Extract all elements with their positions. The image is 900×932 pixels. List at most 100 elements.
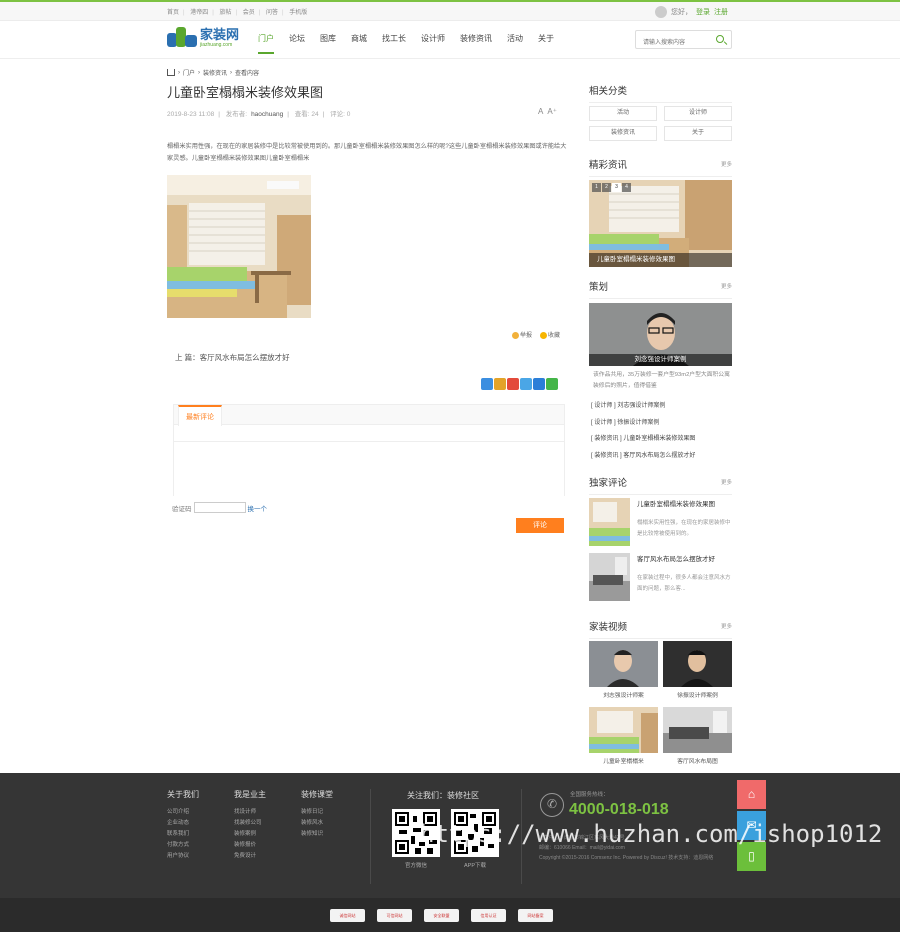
logo-icon	[167, 27, 197, 49]
plan-list-item[interactable]: [ 装修资讯 ] 客厅风水布局怎么摆放才好	[591, 451, 695, 468]
nav-item-about[interactable]: 关于	[538, 33, 554, 54]
share-wechat-icon[interactable]	[546, 378, 558, 390]
captcha-input[interactable]	[193, 502, 246, 513]
footer-link[interactable]: 找装修公司	[234, 818, 266, 829]
top-link[interactable]: 首页	[167, 10, 179, 16]
share-tencent-icon[interactable]	[520, 378, 532, 390]
nav-item-designer[interactable]: 设计师	[421, 33, 445, 54]
share-weibo-icon[interactable]	[507, 378, 519, 390]
footer-link[interactable]: 找设计师	[234, 807, 266, 818]
top-link[interactable]: 旅帖	[220, 10, 232, 16]
nav-item-forum[interactable]: 论坛	[289, 33, 305, 54]
footer-link[interactable]: 免费设计	[234, 851, 266, 862]
top-link[interactable]: 问答	[266, 10, 278, 16]
trust-badge[interactable]: 安全联盟	[424, 909, 459, 922]
search-input[interactable]	[636, 34, 710, 52]
hot-comment-item[interactable]: 客厅风水布局怎么摆放才好 在家装过程中，很多人都会注意风水方面的问题，那么客..…	[589, 553, 732, 603]
author-label: 发布者:	[225, 111, 248, 118]
slide-caption[interactable]: 儿童卧室榻榻米装修效果图	[589, 253, 732, 267]
category-item[interactable]: 活动	[589, 106, 657, 121]
trust-badge[interactable]: 可信网站	[377, 909, 412, 922]
footer-link[interactable]: 装修风水	[301, 818, 333, 829]
footer-link[interactable]: 装修案例	[234, 829, 266, 840]
share-plus-icon[interactable]	[481, 378, 493, 390]
plan-image[interactable]: 刘念强设计师案例	[589, 303, 732, 366]
more-link[interactable]: 更多	[721, 478, 732, 486]
category-item[interactable]: 设计师	[664, 106, 732, 121]
slide-dot[interactable]: 1	[592, 183, 601, 192]
footer-link[interactable]: 企业动态	[167, 818, 199, 829]
more-link[interactable]: 更多	[721, 282, 732, 290]
article-author[interactable]: haochuang	[251, 111, 283, 118]
nav-item-portal[interactable]: 门户	[258, 33, 274, 54]
video-item[interactable]: 儿童卧室榻榻米	[589, 707, 658, 765]
font-smaller-button[interactable]: A	[538, 107, 543, 116]
submit-comment-button[interactable]: 评论	[516, 518, 564, 533]
top-link[interactable]: 会员	[243, 10, 255, 16]
trust-badge[interactable]: 信用认证	[471, 909, 506, 922]
home-icon[interactable]	[167, 69, 175, 76]
star-icon	[540, 331, 548, 339]
nav-item-mall[interactable]: 商城	[351, 33, 367, 54]
font-larger-button[interactable]: A⁺	[547, 107, 557, 116]
plan-heading: 策划 更多	[589, 279, 732, 299]
footer-link[interactable]: 用户协议	[167, 851, 199, 862]
favorite-button[interactable]: 收藏	[540, 330, 560, 339]
article-title: 儿童卧室榻榻米装修效果图	[167, 86, 324, 101]
news-slideshow[interactable]: 1 2 3 4 儿童卧室榻榻米装修效果图	[589, 180, 732, 267]
category-item[interactable]: 关于	[664, 126, 732, 141]
hot-comment-item[interactable]: 儿童卧室榻榻米装修效果图 榻榻米实用性强，在现在的家居装修中是比较常被使用到的。	[589, 498, 732, 548]
report-button[interactable]: 举报	[512, 330, 532, 339]
slide-dot[interactable]: 2	[602, 183, 611, 192]
slide-dot[interactable]: 3	[612, 183, 621, 192]
plan-list-item[interactable]: [ 设计师 ] 徐振设计师案例	[591, 418, 695, 435]
comment-textarea[interactable]	[174, 441, 564, 496]
nav-item-news[interactable]: 装修资讯	[460, 33, 492, 54]
top-link[interactable]: 港帝四	[190, 10, 208, 16]
footer-link[interactable]: 公司介绍	[167, 807, 199, 818]
more-link[interactable]: 更多	[721, 622, 732, 630]
video-item[interactable]: 徐振设计师案例	[663, 641, 732, 699]
breadcrumb-item[interactable]: 门户	[183, 68, 195, 77]
video-item[interactable]: 客厅风水布局图	[663, 707, 732, 765]
font-size-controls: A A⁺	[538, 107, 557, 116]
video-thumb	[589, 641, 658, 687]
tab-latest-comments[interactable]: 最新评论	[178, 405, 222, 426]
site-logo[interactable]: 家装网 jiazhuang.com	[167, 27, 239, 49]
plan-caption: 刘念强设计师案例	[589, 354, 732, 366]
footer-link[interactable]: 付款方式	[167, 840, 199, 851]
prev-link[interactable]: 客厅风水布局怎么摆放才好	[200, 353, 290, 362]
nav-item-events[interactable]: 活动	[507, 33, 523, 54]
share-qzone-icon[interactable]	[494, 378, 506, 390]
hot-comment-title[interactable]: 客厅风水布局怎么摆放才好	[637, 553, 715, 563]
login-link[interactable]: 登录	[696, 7, 710, 17]
top-link[interactable]: 手机版	[289, 10, 307, 16]
prev-label: 上 篇：	[175, 353, 200, 362]
trust-badge[interactable]: 网站备案	[518, 909, 553, 922]
footer-link[interactable]: 装修报价	[234, 840, 266, 851]
nav-item-gallery[interactable]: 图库	[320, 33, 336, 54]
comment-tabs	[174, 405, 564, 425]
category-item[interactable]: 装修资讯	[589, 126, 657, 141]
footer-link[interactable]: 装修日记	[301, 807, 333, 818]
more-link[interactable]: 更多	[721, 160, 732, 168]
plan-list-item[interactable]: [ 设计师 ] 刘志强设计师案例	[591, 401, 695, 418]
hot-comment-thumb	[589, 553, 630, 601]
nav-item-foreman[interactable]: 找工长	[382, 33, 406, 54]
hot-comment-title[interactable]: 儿童卧室榻榻米装修效果图	[637, 498, 715, 508]
share-renren-icon[interactable]	[533, 378, 545, 390]
hotline-label: 全国服务热线：	[570, 792, 609, 798]
qr-label: 官方微信	[404, 863, 427, 869]
footer-link[interactable]: 装修知识	[301, 829, 333, 840]
bell-icon[interactable]: ⌂	[737, 780, 766, 809]
breadcrumb-item[interactable]: 装修资讯	[203, 68, 227, 77]
register-link[interactable]: 注册	[714, 7, 728, 17]
bottom-bar: 诚信网站 可信网站 安全联盟 信用认证 网站备案	[0, 898, 900, 932]
captcha-refresh-link[interactable]: 换一个	[248, 503, 268, 513]
video-item[interactable]: 刘志强设计师案	[589, 641, 658, 699]
trust-badge[interactable]: 诚信网站	[330, 909, 365, 922]
slide-dot[interactable]: 4	[622, 183, 631, 192]
footer-link[interactable]: 联系我们	[167, 829, 199, 840]
search-icon[interactable]	[716, 35, 724, 43]
plan-list-item[interactable]: [ 装修资讯 ] 儿童卧室榻榻米装修效果图	[591, 434, 695, 451]
